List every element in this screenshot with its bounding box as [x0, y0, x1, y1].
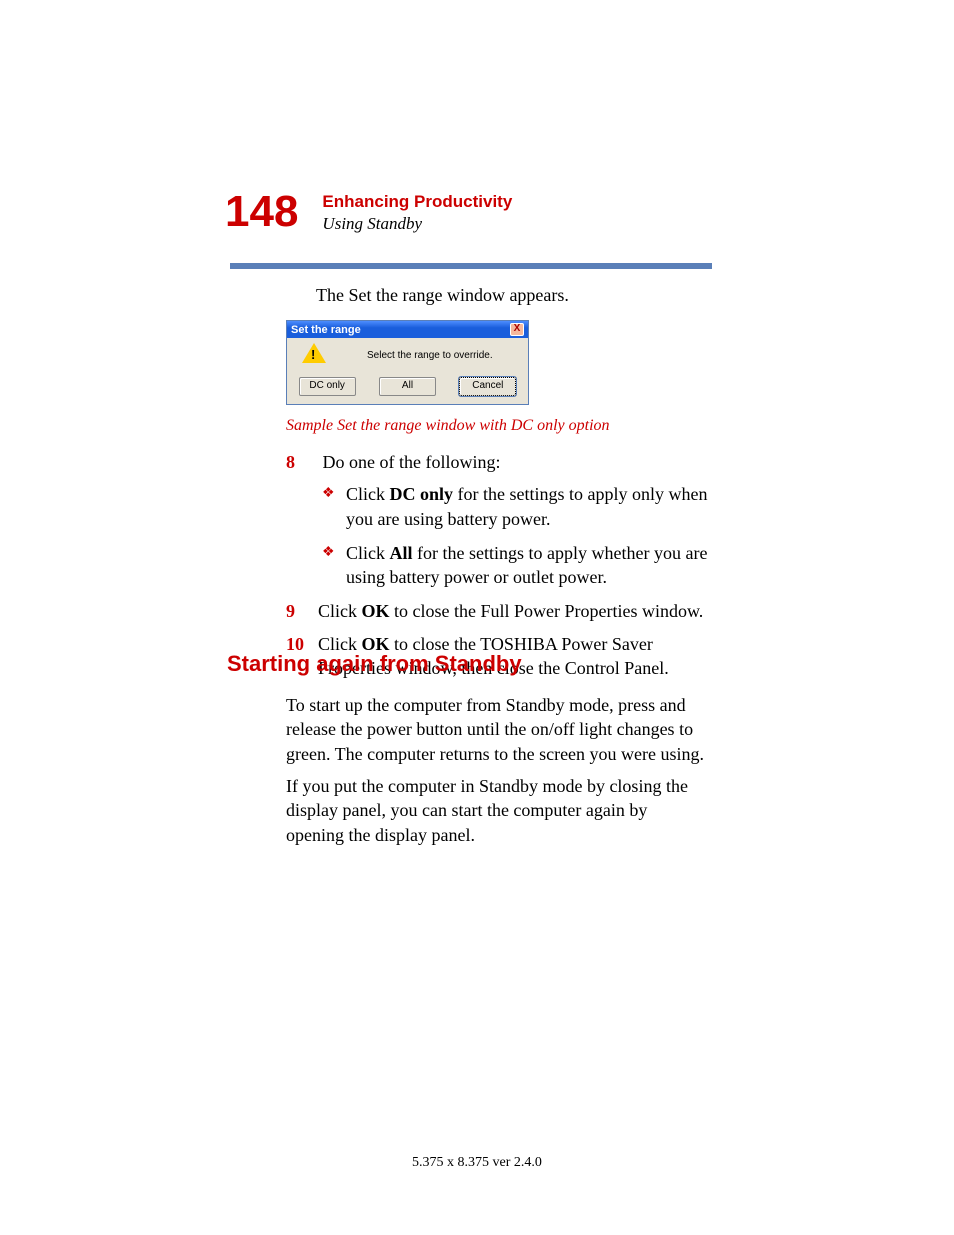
- set-the-range-dialog: Set the range X Select the range to over…: [286, 320, 529, 405]
- step-number: 8: [286, 450, 318, 474]
- bullet-text: Click DC only for the settings to apply …: [346, 482, 711, 531]
- chapter-title: Enhancing Productivity: [322, 192, 512, 212]
- all-button[interactable]: All: [379, 377, 436, 396]
- cancel-button[interactable]: Cancel: [459, 377, 516, 396]
- step-number: 9: [286, 599, 318, 623]
- header-text-block: Enhancing Productivity Using Standby: [322, 192, 512, 234]
- dialog-button-row: DC only All Cancel: [287, 377, 528, 396]
- diamond-icon: ❖: [322, 482, 346, 531]
- step-9: 9 Click OK to close the Full Power Prope…: [286, 599, 711, 623]
- step-text: Do one of the following:: [318, 450, 711, 474]
- bullet-text: Click All for the settings to apply whet…: [346, 541, 711, 590]
- page-number: 148: [225, 190, 298, 234]
- bullet-list: ❖ Click DC only for the settings to appl…: [322, 482, 711, 589]
- page-header: 148 Enhancing Productivity Using Standby: [225, 190, 715, 234]
- dialog-body: Select the range to override. DC only Al…: [287, 338, 528, 403]
- intro-text: The Set the range window appears.: [316, 285, 569, 306]
- dc-only-button[interactable]: DC only: [299, 377, 356, 396]
- diamond-icon: ❖: [322, 541, 346, 590]
- document-page: 148 Enhancing Productivity Using Standby…: [0, 0, 954, 1235]
- paragraph-2: If you put the computer in Standby mode …: [286, 774, 706, 847]
- dialog-message: Select the range to override.: [367, 350, 493, 361]
- section-heading: Starting again from Standby: [227, 651, 522, 677]
- step-text: Click OK to close the Full Power Propert…: [318, 599, 711, 623]
- figure-caption: Sample Set the range window with DC only…: [286, 417, 610, 435]
- page-footer: 5.375 x 8.375 ver 2.4.0: [0, 1155, 954, 1171]
- dialog-titlebar: Set the range X: [287, 321, 528, 338]
- chapter-subtitle: Using Standby: [322, 214, 512, 234]
- close-icon[interactable]: X: [510, 323, 524, 336]
- dialog-title: Set the range: [291, 324, 361, 336]
- warning-icon: [302, 343, 326, 363]
- paragraph-1: To start up the computer from Standby mo…: [286, 693, 706, 766]
- header-divider: [230, 263, 712, 269]
- step-8: 8 Do one of the following:: [286, 450, 711, 474]
- bullet-item-all: ❖ Click All for the settings to apply wh…: [322, 541, 711, 590]
- bullet-item-dc-only: ❖ Click DC only for the settings to appl…: [322, 482, 711, 531]
